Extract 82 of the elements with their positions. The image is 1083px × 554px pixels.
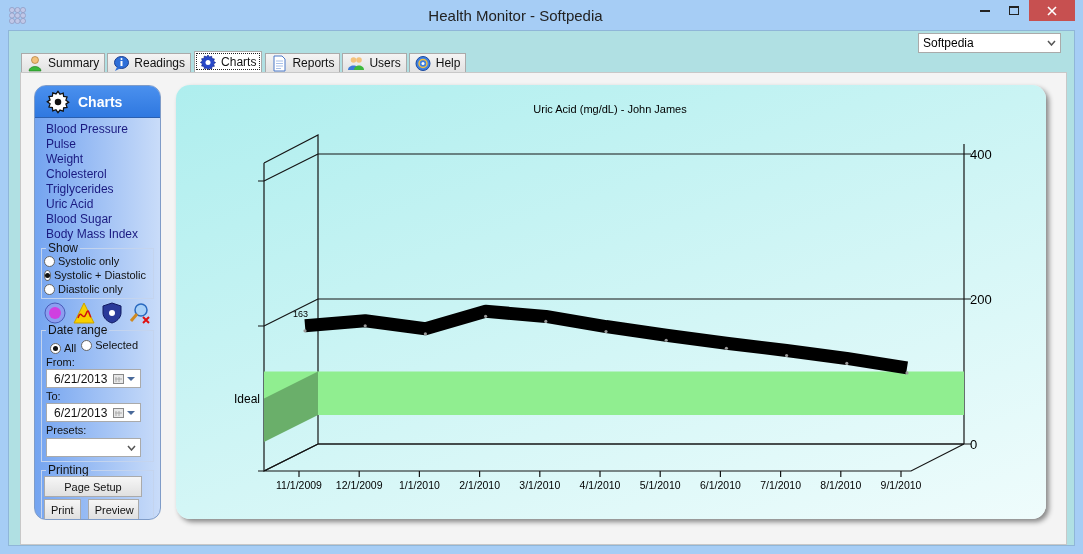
date-field[interactable]: 6/21/2013 — [46, 369, 141, 388]
tab[interactable]: Charts — [194, 51, 263, 72]
x-tick-label: 8/1/2010 — [820, 479, 862, 491]
radio-button[interactable] — [44, 269, 51, 281]
app-icon — [9, 7, 26, 24]
radio-button[interactable] — [50, 342, 61, 354]
date-field[interactable]: 6/21/2013 — [46, 403, 141, 422]
data-point — [905, 371, 909, 375]
chart-link[interactable]: Triglycerides — [46, 182, 160, 197]
chart-link[interactable]: Blood Sugar — [46, 212, 160, 227]
x-tick-label: 11/1/2009 — [276, 479, 322, 491]
data-point — [303, 329, 307, 333]
data-point — [363, 324, 367, 328]
chart-link[interactable]: Uric Acid — [46, 197, 160, 212]
data-point — [845, 361, 849, 366]
chart-link[interactable]: Blood Pressure — [46, 122, 160, 137]
chevron-down-icon — [127, 444, 136, 451]
x-tick-label: 4/1/2010 — [579, 479, 621, 491]
radio-label: Selected — [95, 338, 139, 352]
data-point — [423, 332, 427, 336]
field-label: To: — [46, 389, 62, 403]
chart-link[interactable]: Pulse — [46, 137, 160, 152]
tab[interactable]: Help — [408, 53, 467, 72]
chevron-down-icon — [1047, 40, 1056, 46]
field-label: From: — [46, 355, 76, 369]
radio-button[interactable] — [81, 339, 93, 351]
x-tick-label: 1/1/2010 — [398, 479, 440, 491]
data-point — [484, 314, 488, 318]
gear-icon — [46, 89, 70, 114]
group-label: Show — [47, 242, 80, 254]
tab[interactable]: Users — [342, 53, 407, 72]
magnifier-icon[interactable] — [129, 302, 151, 324]
maximize-icon — [1009, 6, 1020, 15]
x-tick-label: 6/1/2010 — [699, 479, 741, 491]
radio-button[interactable] — [44, 283, 55, 295]
tab[interactable]: Summary — [21, 53, 106, 72]
x-tick-label: 12/1/2009 — [335, 479, 383, 491]
calendar-dropdown-icon — [113, 373, 137, 384]
radio-label: All — [64, 341, 77, 355]
sphere-icon[interactable] — [44, 302, 66, 324]
shield-icon[interactable] — [102, 302, 122, 324]
data-point — [604, 329, 608, 334]
people-icon — [348, 54, 365, 72]
field-label: Presets: — [46, 423, 88, 437]
x-tick-label: 7/1/2010 — [760, 479, 802, 491]
close-icon — [1047, 5, 1057, 16]
wave-icon[interactable] — [73, 302, 95, 324]
gear-icon — [200, 53, 217, 71]
panel-title: Charts — [78, 93, 123, 110]
print-button[interactable]: Print — [44, 499, 81, 519]
radio-label: Systolic + Diastolic — [54, 268, 146, 282]
calendar-dropdown-icon — [113, 407, 137, 418]
data-point — [544, 319, 548, 323]
chart-title: Uric Acid (mg/dL) - John James — [533, 103, 687, 115]
y-tick-label: 0 — [970, 437, 978, 452]
preview-button[interactable]: Preview — [87, 499, 139, 519]
band-label: Ideal — [233, 392, 260, 407]
data-label: 163 — [293, 308, 309, 319]
user-select[interactable]: Softpedia — [918, 33, 1061, 53]
radio-label: Diastolic only — [58, 282, 123, 296]
y-tick-label: 200 — [970, 292, 992, 307]
x-tick-label: 5/1/2010 — [639, 479, 681, 491]
chart-link[interactable]: Weight — [46, 152, 160, 167]
group-label: Printing — [47, 464, 90, 476]
chart-link[interactable]: Cholesterol — [46, 167, 160, 182]
person-icon — [27, 54, 43, 72]
data-point — [724, 346, 728, 350]
y-tick-label: 400 — [970, 147, 992, 162]
x-tick-label: 2/1/2010 — [459, 479, 501, 491]
page-setup-button[interactable]: Page Setup — [44, 476, 142, 497]
group-label: Date range — [47, 324, 109, 336]
window-title: Health Monitor - Softpedia — [427, 6, 603, 24]
data-point — [785, 353, 789, 358]
x-tick-label: 9/1/2010 — [880, 479, 922, 491]
radio-label: Systolic only — [58, 254, 120, 268]
tab[interactable]: Readings — [107, 53, 192, 72]
tab[interactable]: Reports — [265, 53, 341, 72]
radio-button[interactable] — [44, 255, 55, 267]
chart-link[interactable]: Body Mass Index — [46, 227, 160, 242]
x-tick-label: 3/1/2010 — [519, 479, 561, 491]
minimize-icon — [980, 9, 991, 12]
data-point — [664, 338, 668, 342]
